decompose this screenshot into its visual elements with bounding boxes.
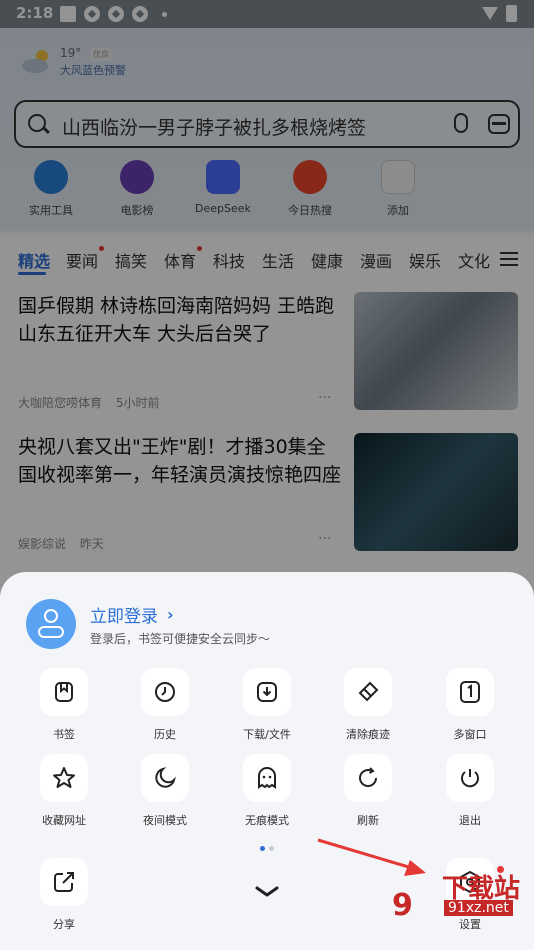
window-count-icon (446, 668, 494, 716)
menu-label: 收藏网址 (42, 814, 86, 827)
menu-label: 书签 (53, 728, 75, 741)
menu-share[interactable]: 分享 (24, 858, 104, 932)
menu-label: 历史 (154, 728, 176, 741)
menu-clear-traces[interactable]: 清除痕迹 (328, 668, 408, 742)
broom-icon (344, 668, 392, 716)
user-head-icon (44, 609, 58, 623)
menu-refresh[interactable]: 刷新 (328, 754, 408, 828)
menu-downloads[interactable]: 下载/文件 (227, 668, 307, 742)
menu-label: 退出 (459, 814, 481, 827)
chevron-right-icon[interactable]: › (167, 605, 174, 624)
user-body-icon (38, 626, 64, 638)
menu-incognito[interactable]: 无痕模式 (227, 754, 307, 828)
menu-label: 清除痕迹 (346, 728, 390, 741)
star-icon (40, 754, 88, 802)
menu-label: 多窗口 (453, 728, 487, 741)
menu-night-mode[interactable]: 夜间模式 (125, 754, 205, 828)
menu-label: 分享 (53, 918, 75, 931)
menu-history[interactable]: 历史 (125, 668, 205, 742)
bookmark-icon (40, 668, 88, 716)
menu-label: 下载/文件 (243, 728, 291, 741)
menu-exit[interactable]: 退出 (430, 754, 510, 828)
page-indicator (269, 846, 274, 851)
power-icon (446, 754, 494, 802)
avatar[interactable] (26, 599, 76, 649)
chevron-down-icon[interactable] (254, 884, 280, 900)
menu-bookmarks[interactable]: 书签 (24, 668, 104, 742)
watermark-url: 91xz.net (444, 900, 513, 916)
login-link[interactable]: 立即登录 (90, 602, 158, 627)
watermark-logo-icon: 9 (392, 888, 413, 923)
menu-multi-window[interactable]: 多窗口 (430, 668, 510, 742)
moon-icon (141, 754, 189, 802)
ghost-icon (243, 754, 291, 802)
menu-label: 刷新 (357, 814, 379, 827)
page-indicator-active (260, 846, 265, 851)
menu-label: 夜间模式 (143, 814, 187, 827)
menu-label: 设置 (459, 918, 481, 931)
refresh-icon (344, 754, 392, 802)
menu-favorites[interactable]: 收藏网址 (24, 754, 104, 828)
login-subtitle: 登录后，书签可便捷安全云同步～ (90, 632, 271, 646)
download-icon (243, 668, 291, 716)
share-icon (40, 858, 88, 906)
clock-icon (141, 668, 189, 716)
menu-label: 无痕模式 (245, 814, 289, 827)
watermark: 9 下载站 91xz.net (392, 874, 520, 923)
